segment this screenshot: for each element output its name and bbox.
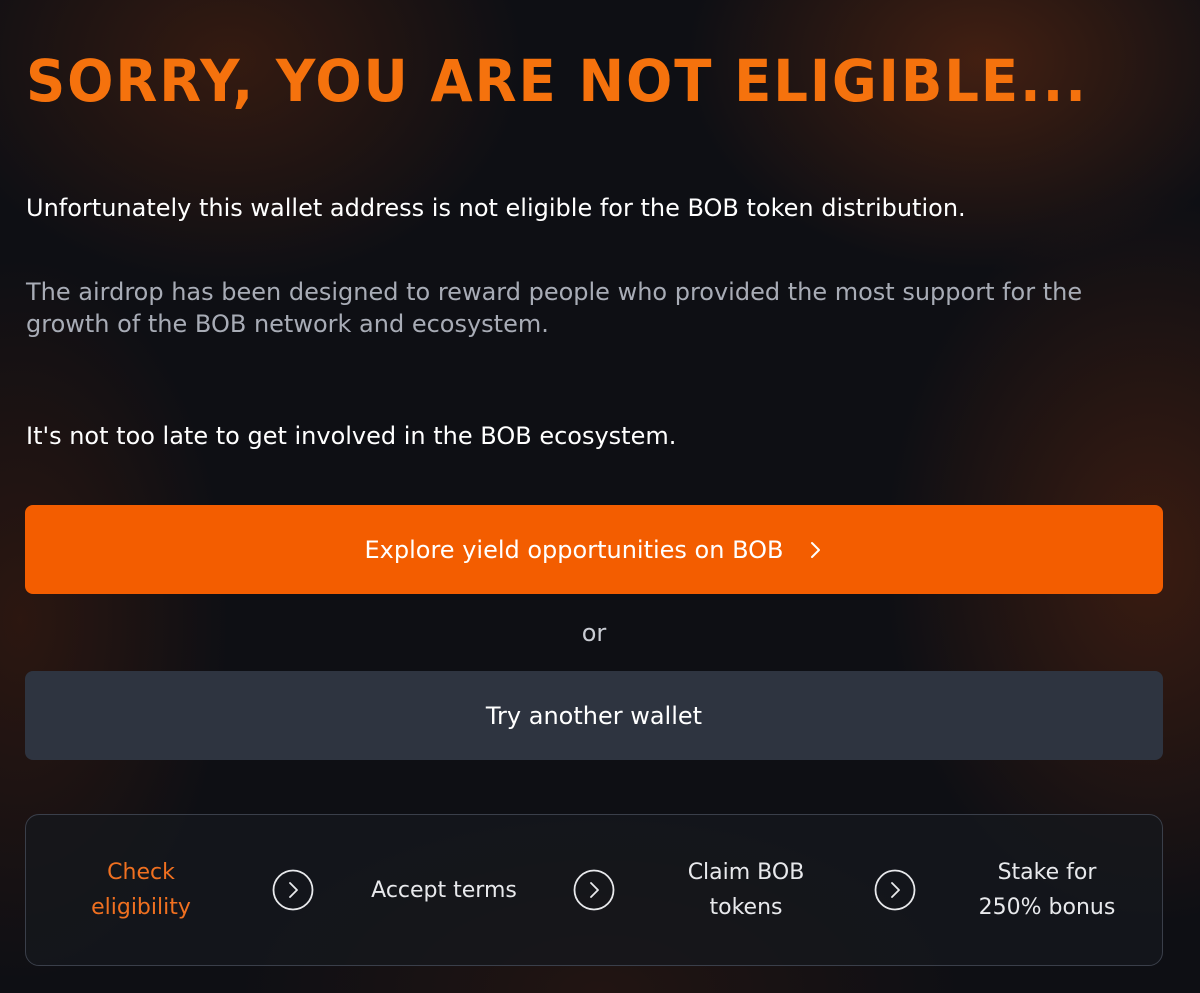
- try-another-wallet-label: Try another wallet: [485, 701, 703, 730]
- claim-steps-progress: Check eligibility Accept terms Claim BOB…: [25, 814, 1163, 966]
- chevron-right-icon: [809, 539, 823, 561]
- step-label: tokens: [709, 895, 783, 920]
- step-label: Check: [107, 860, 175, 885]
- step-accept-terms: Accept terms: [344, 815, 544, 965]
- page-title: SORRY, YOU ARE NOT ELIGIBLE...: [26, 47, 1088, 115]
- step-label: 250% bonus: [978, 895, 1116, 920]
- step-label: eligibility: [91, 895, 191, 920]
- involvement-message: It's not too late to get involved in the…: [26, 422, 677, 450]
- explore-yield-label: Explore yield opportunities on BOB: [364, 535, 784, 564]
- chevron-right-circle-icon: [573, 869, 615, 911]
- step-label: Stake for: [997, 860, 1097, 885]
- airdrop-explanation: The airdrop has been designed to reward …: [26, 278, 1083, 338]
- step-label: Accept terms: [371, 877, 517, 903]
- try-another-wallet-button[interactable]: Try another wallet: [25, 671, 1163, 760]
- explore-yield-button[interactable]: Explore yield opportunities on BOB: [25, 505, 1163, 594]
- or-divider: or: [581, 619, 607, 647]
- step-stake-bonus: Stake for 250% bonus: [952, 815, 1142, 965]
- step-label: Claim BOB: [687, 860, 805, 885]
- step-claim-tokens: Claim BOB tokens: [656, 815, 836, 965]
- step-check-eligibility: Check eligibility: [66, 815, 216, 965]
- chevron-right-circle-icon: [272, 869, 314, 911]
- ineligible-message: Unfortunately this wallet address is not…: [26, 194, 966, 222]
- chevron-right-circle-icon: [874, 869, 916, 911]
